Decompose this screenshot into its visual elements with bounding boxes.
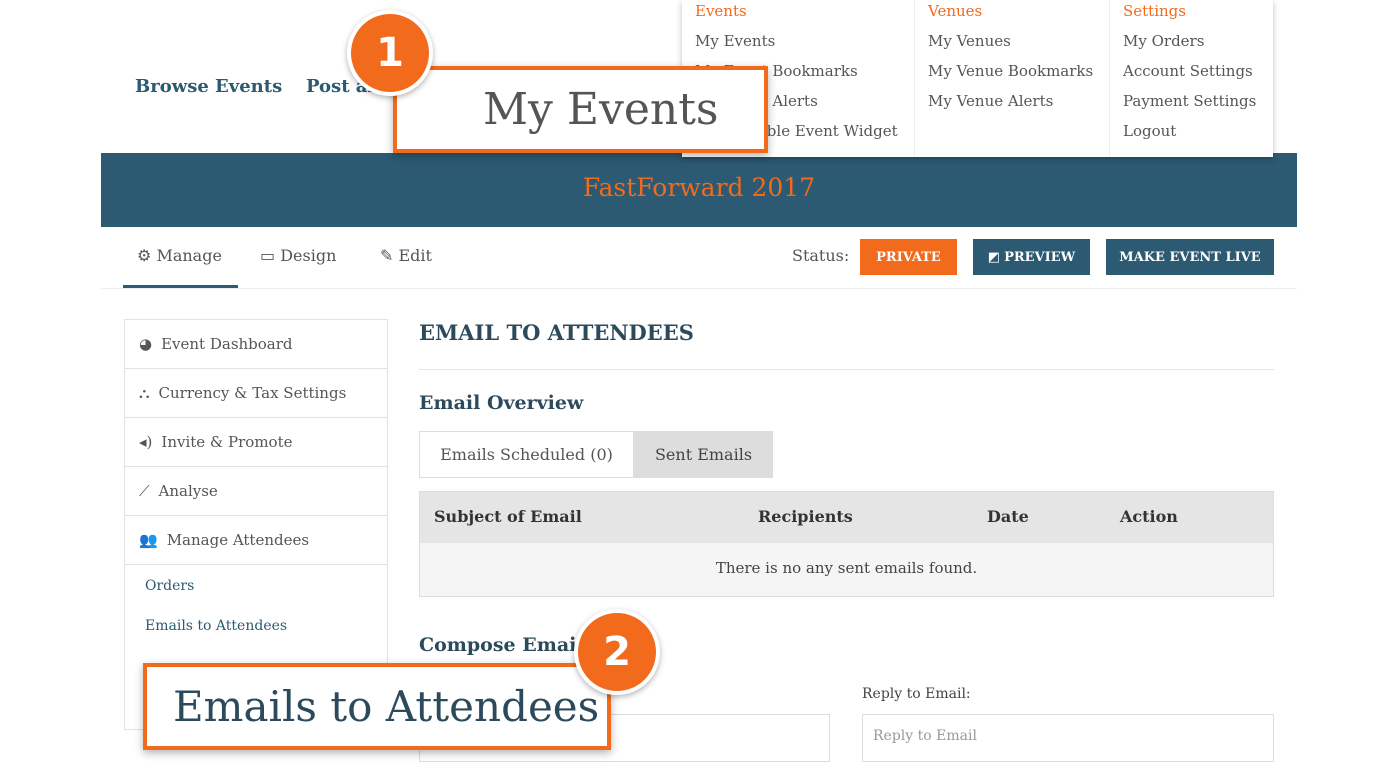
external-link-icon: ◩: [987, 249, 1001, 265]
event-banner: FastForward 2017: [101, 153, 1297, 227]
megaphone-icon: ◂): [139, 433, 153, 451]
sidebar-label: Event Dashboard: [161, 335, 293, 353]
event-title: FastForward 2017: [582, 173, 816, 202]
make-event-live-button[interactable]: MAKE EVENT LIVE: [1106, 239, 1274, 275]
preview-label: PREVIEW: [1004, 249, 1076, 265]
sidebar-label: Manage Attendees: [166, 531, 310, 549]
column-header: Recipients: [758, 507, 853, 526]
column-header: Subject of Email: [434, 507, 582, 526]
users-icon: 👥: [139, 531, 158, 549]
sidebar-item-analyse[interactable]: ⟋ Analyse: [125, 467, 387, 516]
reply-to-input[interactable]: Reply to Email: [862, 714, 1274, 762]
empty-message: There is no any sent emails found.: [715, 559, 978, 577]
chart-icon: ⟋: [139, 482, 150, 500]
tab-edit[interactable]: ✎ Edit: [380, 246, 432, 265]
dropdown-item[interactable]: My Venue Alerts: [928, 92, 1053, 110]
callout-my-events: My Events: [393, 66, 768, 153]
sidebar-subitem-emails[interactable]: Emails to Attendees: [145, 618, 287, 634]
tab-sent-emails[interactable]: Sent Emails: [634, 431, 773, 478]
sidebar-label: Invite & Promote: [161, 433, 293, 451]
dropdown-item[interactable]: Account Settings: [1123, 62, 1253, 80]
sidebar-item-currency-tax[interactable]: ⛬ Currency & Tax Settings: [125, 369, 387, 418]
account-dropdown: Events My Events My Event Bookmarks My E…: [682, 0, 1273, 157]
tab-label: Edit: [398, 246, 432, 265]
dashboard-icon: ◕: [139, 335, 153, 353]
tab-manage[interactable]: ⚙ Manage: [137, 246, 222, 265]
sidebar-subitem-orders[interactable]: Orders: [145, 578, 194, 594]
sitemap-icon: ⛬: [139, 384, 150, 402]
sidebar-item-invite-promote[interactable]: ◂) Invite & Promote: [125, 418, 387, 467]
dropdown-item[interactable]: Logout: [1123, 122, 1176, 140]
tab-label: Manage: [156, 246, 222, 265]
dropdown-settings-column: Settings My Orders Account Settings Paym…: [1109, 0, 1273, 157]
dropdown-item[interactable]: My Orders: [1123, 32, 1204, 50]
dropdown-heading: Venues: [928, 2, 983, 20]
sidebar-label: Analyse: [158, 482, 218, 500]
pencil-icon: ✎: [380, 246, 394, 265]
section-title: Email Overview: [419, 392, 584, 414]
dropdown-item[interactable]: My Venues: [928, 32, 1011, 50]
status-label: Status:: [792, 246, 850, 265]
nav-browse-events[interactable]: Browse Events: [135, 76, 282, 97]
tab-design[interactable]: ▭ Design: [260, 246, 336, 265]
divider: [419, 369, 1274, 370]
callout-number-2: 2: [574, 609, 660, 695]
gear-icon: ⚙: [137, 246, 152, 265]
column-header: Action: [1120, 507, 1178, 526]
dropdown-heading: Settings: [1123, 2, 1186, 20]
compose-title: Compose Email: [419, 634, 584, 656]
dropdown-item[interactable]: My Events: [695, 32, 775, 50]
preview-button[interactable]: ◩ PREVIEW: [973, 239, 1090, 275]
sidebar-label: Currency & Tax Settings: [158, 384, 347, 402]
tab-label: Design: [280, 246, 337, 265]
monitor-icon: ▭: [260, 246, 276, 265]
private-status-button[interactable]: PRIVATE: [860, 239, 957, 275]
dropdown-item[interactable]: Payment Settings: [1123, 92, 1256, 110]
reply-to-label: Reply to Email:: [862, 686, 971, 702]
dropdown-heading: Events: [695, 2, 747, 20]
dropdown-venues-column: Venues My Venues My Venue Bookmarks My V…: [914, 0, 1109, 157]
dropdown-item[interactable]: My Venue Bookmarks: [928, 62, 1093, 80]
callout-number-1: 1: [347, 10, 433, 96]
sidebar-item-manage-attendees[interactable]: 👥 Manage Attendees: [125, 516, 387, 565]
column-header: Date: [987, 507, 1029, 526]
callout-emails-to-attendees: Emails to Attendees: [143, 663, 611, 750]
sidebar-item-event-dashboard[interactable]: ◕ Event Dashboard: [125, 320, 387, 369]
divider: [101, 288, 1297, 289]
page-title: EMAIL TO ATTENDEES: [419, 320, 694, 345]
emails-table: Subject of Email Recipients Date Action …: [419, 491, 1274, 597]
tab-emails-scheduled[interactable]: Emails Scheduled (0): [419, 431, 634, 478]
